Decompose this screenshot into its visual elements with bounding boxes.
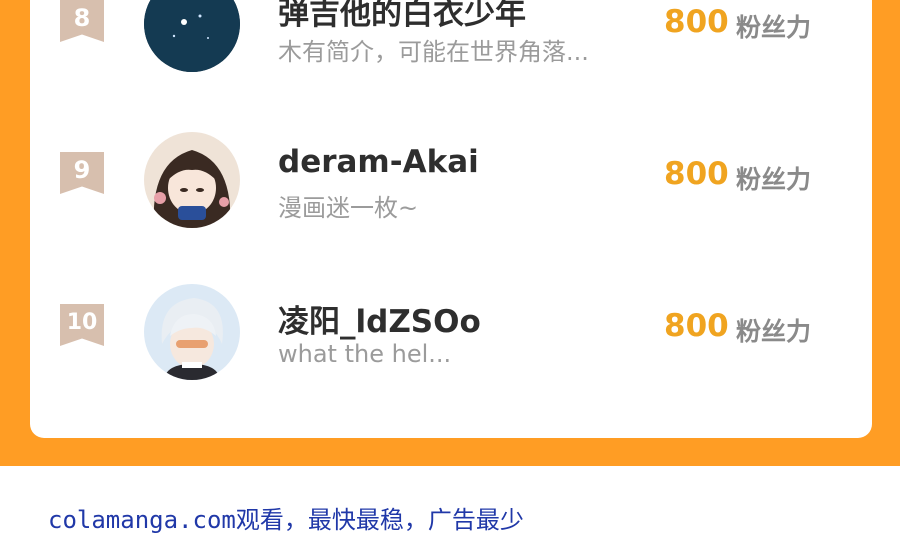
avatar[interactable]: [144, 132, 240, 228]
ranking-card: 8 弹吉他的白衣少年 木有简介，可能在世界角落... 800 粉丝力 9 der…: [30, 0, 872, 438]
rank-badge: 8: [60, 0, 104, 42]
user-name[interactable]: 弹吉他的白衣少年: [278, 0, 526, 33]
fan-power-count: 800: [664, 156, 729, 192]
user-bio: what the hel...: [278, 340, 452, 368]
ranking-row[interactable]: 9 deram-Akai 漫画迷一枚~ 800 粉丝力: [30, 112, 872, 232]
user-bio: 漫画迷一枚~: [278, 194, 419, 222]
user-name[interactable]: 凌阳_ldZSOo: [278, 296, 481, 341]
ranking-row[interactable]: 10 凌阳_ldZSOo what the hel... 800 粉丝力: [30, 264, 872, 384]
anime-girl-avatar-icon: [144, 132, 240, 228]
watermark-footer[interactable]: colamanga.com观看，最快最稳，广告最少: [48, 500, 524, 535]
rank-badge: 10: [60, 304, 104, 346]
user-bio: 木有简介，可能在世界角落...: [278, 38, 589, 66]
avatar[interactable]: [144, 0, 240, 72]
user-name[interactable]: deram-Akai: [278, 144, 479, 180]
white-hair-boy-avatar-icon: [144, 284, 240, 380]
rank-badge: 9: [60, 152, 104, 194]
fan-power-label: 粉丝力: [736, 165, 812, 194]
ranking-row[interactable]: 8 弹吉他的白衣少年 木有简介，可能在世界角落... 800 粉丝力: [30, 0, 872, 80]
fan-power-label: 粉丝力: [736, 317, 812, 346]
fan-power-count: 800: [664, 308, 729, 344]
fan-power-label: 粉丝力: [736, 13, 812, 42]
night-sky-avatar-icon: [144, 0, 240, 72]
avatar[interactable]: [144, 284, 240, 380]
fan-power-count: 800: [664, 4, 729, 40]
